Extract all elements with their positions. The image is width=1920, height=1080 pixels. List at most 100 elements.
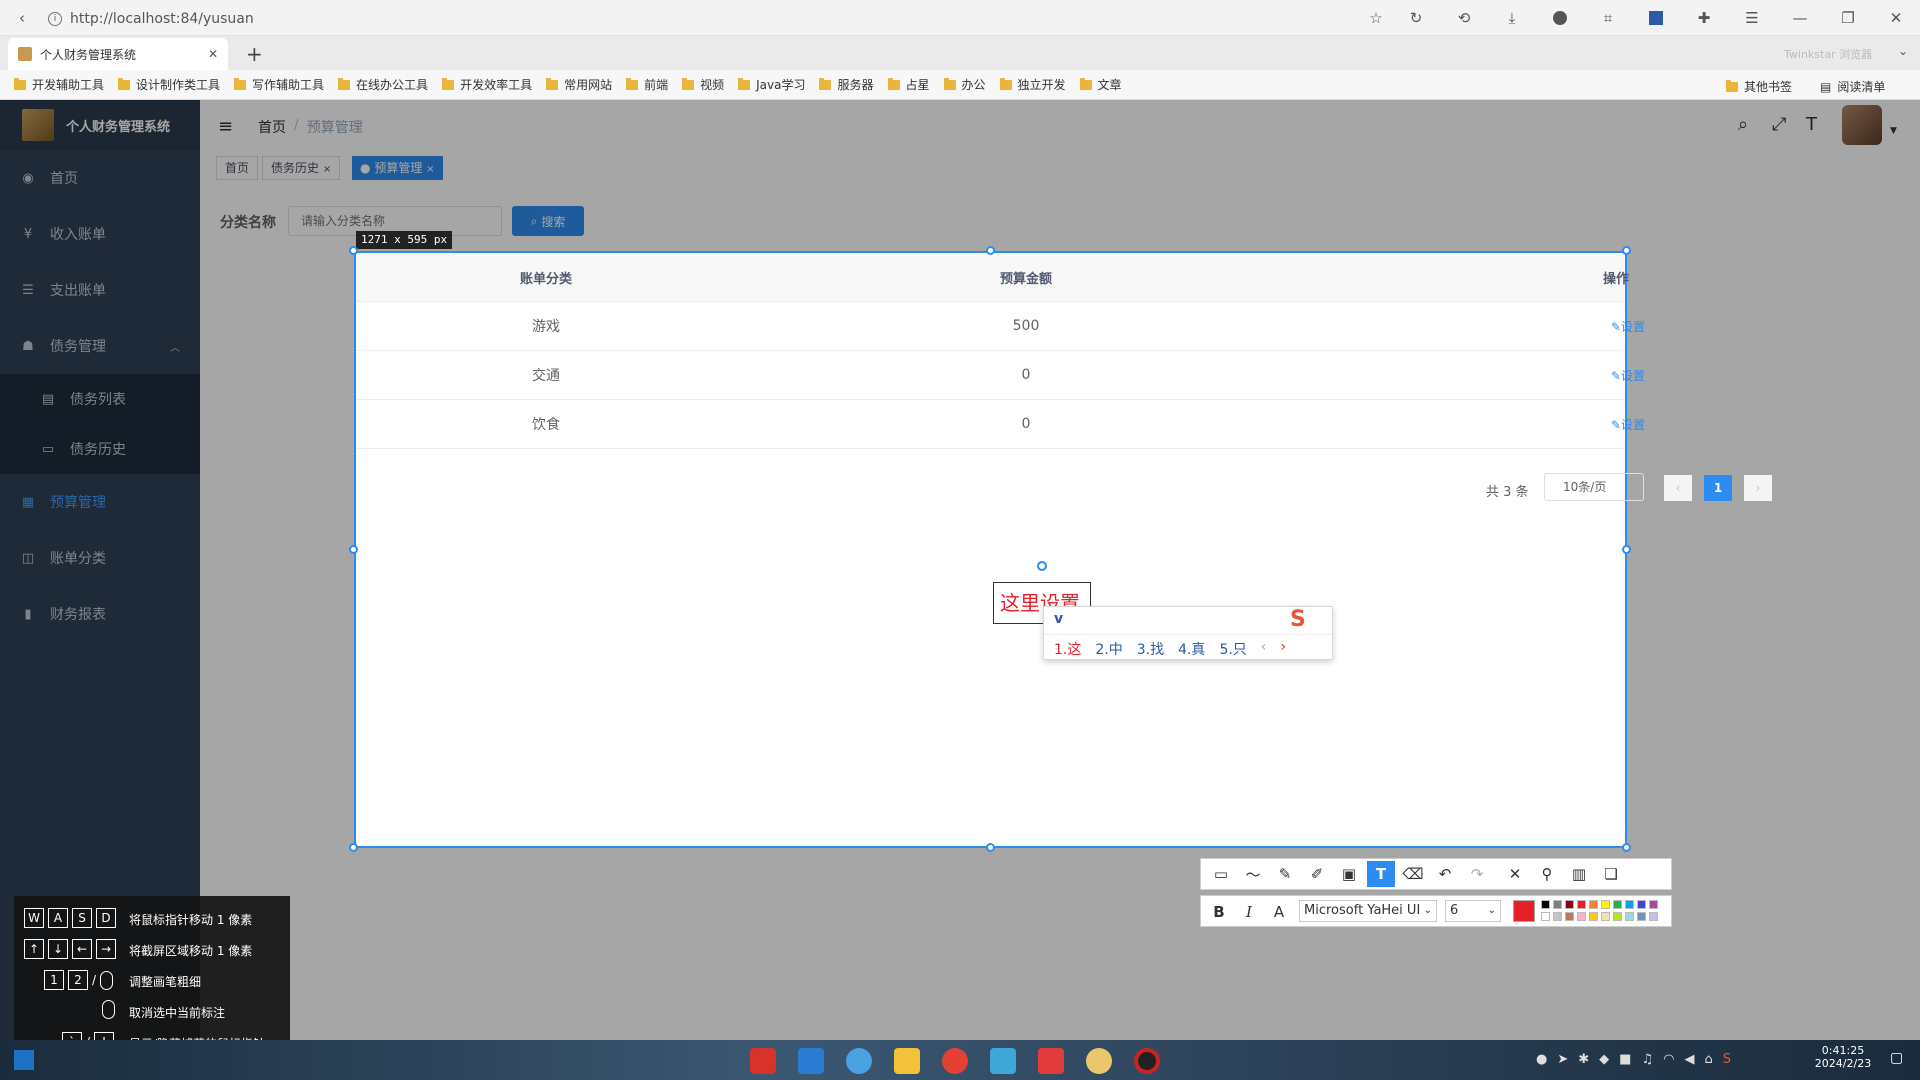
- eraser-tool-icon[interactable]: ⌫: [1399, 861, 1427, 887]
- undo-icon[interactable]: ↶: [1431, 861, 1459, 887]
- resize-handle[interactable]: [349, 843, 358, 852]
- bookmark-folder[interactable]: 办公: [943, 76, 986, 93]
- explorer-icon[interactable]: [894, 1048, 920, 1074]
- shield-icon[interactable]: [1646, 8, 1666, 28]
- reload-icon[interactable]: ↻: [1406, 8, 1426, 28]
- current-color-swatch[interactable]: [1513, 900, 1535, 922]
- color-swatch[interactable]: [1565, 900, 1574, 909]
- rotate-handle-icon[interactable]: [1037, 561, 1047, 571]
- color-swatch[interactable]: [1553, 900, 1562, 909]
- resize-handle[interactable]: [1622, 843, 1631, 852]
- bookmark-folder[interactable]: 开发效率工具: [442, 76, 532, 93]
- extensions-icon[interactable]: ✚: [1694, 8, 1714, 28]
- resize-handle[interactable]: [349, 246, 358, 255]
- set-button[interactable]: ✎设置: [1608, 416, 1648, 433]
- save-icon[interactable]: ▥: [1565, 861, 1593, 887]
- ime-candidate[interactable]: 1.这: [1054, 639, 1081, 659]
- windows-start-icon[interactable]: [14, 1050, 34, 1070]
- color-swatch[interactable]: [1553, 912, 1562, 921]
- color-swatch[interactable]: [1601, 912, 1610, 921]
- tray-app-icon[interactable]: ✱: [1578, 1052, 1589, 1067]
- page-size-select[interactable]: 10条/页: [1544, 473, 1644, 501]
- ime-candidate[interactable]: 5.只: [1219, 639, 1246, 659]
- bookmark-folder[interactable]: 独立开发: [999, 76, 1066, 93]
- italic-icon[interactable]: I: [1235, 899, 1263, 925]
- color-swatch[interactable]: [1637, 900, 1646, 909]
- bookmark-folder[interactable]: 占星: [887, 76, 930, 93]
- bold-icon[interactable]: B: [1205, 899, 1233, 925]
- url-text[interactable]: http://localhost:84/yusuan: [70, 11, 254, 27]
- telegram-icon[interactable]: ➤: [1557, 1052, 1568, 1067]
- tray-app-icon[interactable]: ◆: [1599, 1052, 1609, 1067]
- notification-icon[interactable]: ▢: [1890, 1050, 1903, 1066]
- bookmark-folder[interactable]: 前端: [626, 76, 668, 93]
- ime-candidate[interactable]: 4.真: [1178, 639, 1205, 659]
- pen-tool-icon[interactable]: ✎: [1271, 861, 1299, 887]
- cancel-icon[interactable]: ✕: [1501, 861, 1529, 887]
- chevron-left-icon[interactable]: ‹: [1261, 639, 1267, 659]
- marker-tool-icon[interactable]: ✐: [1303, 861, 1331, 887]
- bookmark-folder[interactable]: 在线办公工具: [338, 76, 428, 93]
- chevron-right-icon[interactable]: ›: [1280, 639, 1286, 659]
- bookmark-folder[interactable]: 视频: [682, 76, 724, 93]
- color-swatch[interactable]: [1625, 900, 1634, 909]
- sogou-icon[interactable]: S: [1723, 1052, 1731, 1067]
- record-icon[interactable]: ●: [1536, 1052, 1547, 1067]
- color-swatch[interactable]: [1613, 900, 1622, 909]
- color-swatch[interactable]: [1649, 900, 1658, 909]
- other-bookmarks[interactable]: 其他书签: [1726, 78, 1792, 95]
- close-tab-icon[interactable]: ✕: [208, 47, 218, 61]
- url-field[interactable]: i http://localhost:84/yusuan: [48, 9, 1348, 29]
- color-swatch[interactable]: [1541, 900, 1550, 909]
- color-swatch[interactable]: [1625, 912, 1634, 921]
- capture-selection[interactable]: 账单分类 预算金额 操作 游戏 500 ✎设置 交通 0 ✎设置 饮食 0 ✎设…: [354, 251, 1772, 848]
- vscode-icon[interactable]: [798, 1048, 824, 1074]
- text-tool-icon[interactable]: T: [1367, 861, 1395, 887]
- ime-candidate[interactable]: 3.找: [1137, 639, 1164, 659]
- color-swatch[interactable]: [1577, 900, 1586, 909]
- history-icon[interactable]: ⟲: [1454, 8, 1474, 28]
- polyline-tool-icon[interactable]: 〜: [1239, 861, 1267, 887]
- set-button[interactable]: ✎设置: [1608, 367, 1648, 384]
- mosaic-tool-icon[interactable]: ▣: [1335, 861, 1363, 887]
- restore-icon[interactable]: ❐: [1838, 8, 1858, 28]
- wifi-icon[interactable]: ◠: [1663, 1052, 1674, 1067]
- next-page-button[interactable]: ›: [1744, 475, 1772, 501]
- resize-handle[interactable]: [1622, 545, 1631, 554]
- bookmark-folder[interactable]: 设计制作类工具: [118, 76, 220, 93]
- close-window-icon[interactable]: ✕: [1886, 8, 1906, 28]
- bookmark-folder[interactable]: 写作辅助工具: [234, 76, 324, 93]
- recorder-icon[interactable]: [1134, 1048, 1160, 1074]
- bookmark-folder[interactable]: 服务器: [819, 76, 874, 93]
- color-swatch[interactable]: [1589, 900, 1598, 909]
- resize-handle[interactable]: [349, 545, 358, 554]
- microphone-icon[interactable]: ♫: [1641, 1052, 1653, 1067]
- resize-handle[interactable]: [986, 246, 995, 255]
- set-button[interactable]: ✎设置: [1608, 318, 1648, 335]
- menu-icon[interactable]: ☰: [1742, 8, 1762, 28]
- page-1-button[interactable]: 1: [1704, 475, 1732, 501]
- minimize-icon[interactable]: —: [1790, 8, 1810, 28]
- notepad-icon[interactable]: [990, 1048, 1016, 1074]
- intellij-icon[interactable]: [750, 1048, 776, 1074]
- app-icon[interactable]: [1086, 1048, 1112, 1074]
- font-size-select[interactable]: 6 ⌄: [1445, 900, 1501, 922]
- ime-candidate[interactable]: 2.中: [1095, 639, 1122, 659]
- resize-handle[interactable]: [986, 843, 995, 852]
- crop-icon[interactable]: ⌗: [1598, 8, 1618, 28]
- pin-icon[interactable]: ⚲: [1533, 861, 1561, 887]
- color-swatch[interactable]: [1601, 900, 1610, 909]
- clock[interactable]: 0:41:25 2024/2/23: [1808, 1044, 1878, 1070]
- reading-list[interactable]: ▤ 阅读清单: [1820, 78, 1885, 95]
- back-icon[interactable]: ‹: [12, 8, 32, 28]
- new-tab-icon[interactable]: +: [246, 42, 263, 66]
- copy-icon[interactable]: ❏: [1597, 861, 1625, 887]
- font-select[interactable]: Microsoft YaHei UI ⌄: [1299, 900, 1437, 922]
- bookmark-folder[interactable]: 文章: [1079, 76, 1122, 93]
- wps-icon[interactable]: [1038, 1048, 1064, 1074]
- prev-page-button[interactable]: ‹: [1664, 475, 1692, 501]
- color-swatch[interactable]: [1613, 912, 1622, 921]
- color-swatch[interactable]: [1541, 912, 1550, 921]
- tab-list-icon[interactable]: ⌄: [1898, 44, 1908, 58]
- account-icon[interactable]: [1550, 8, 1570, 28]
